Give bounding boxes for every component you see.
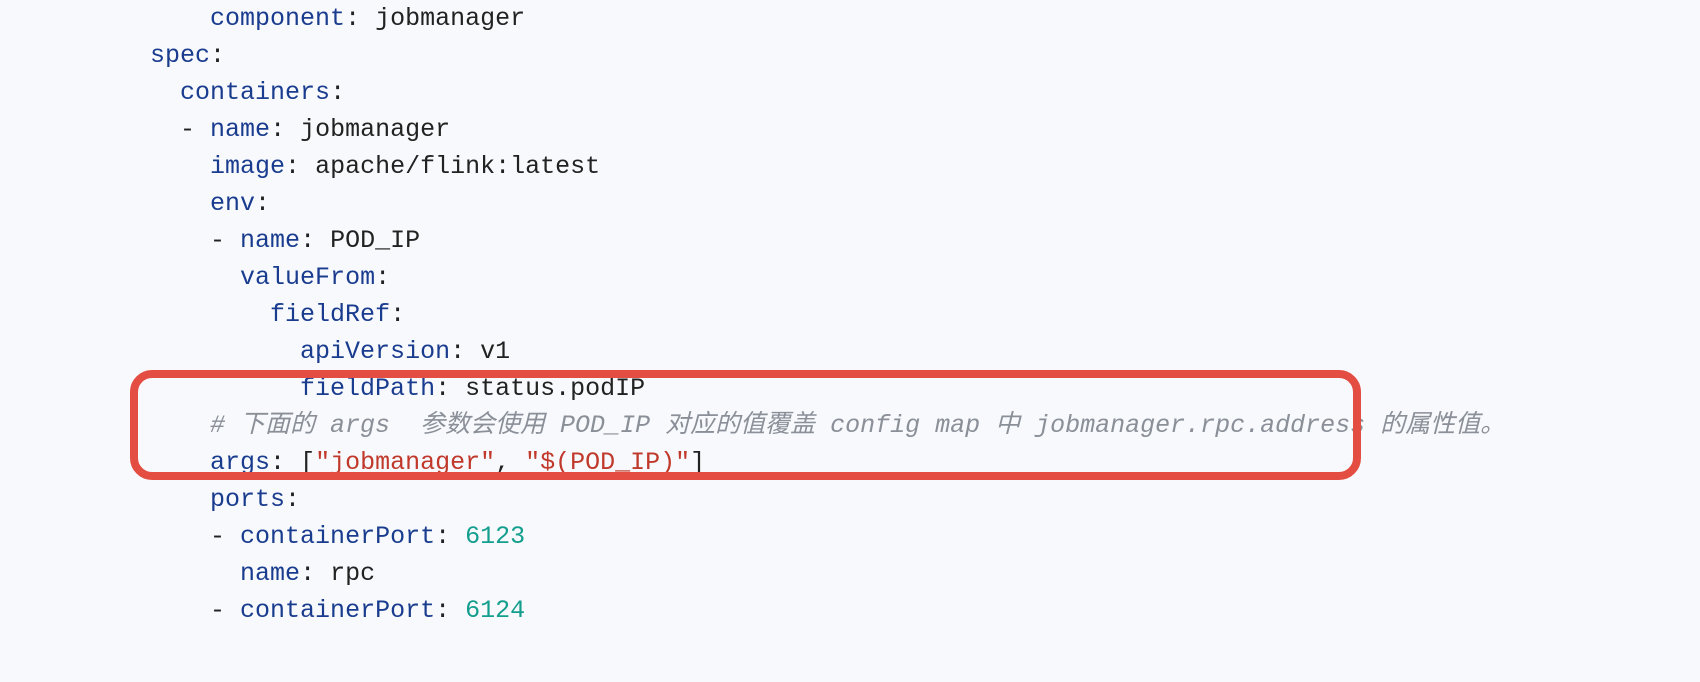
yaml-value: rpc: [330, 559, 375, 588]
colon: :: [330, 78, 345, 107]
indent: [30, 300, 270, 329]
indent: [30, 189, 210, 218]
yaml-code[interactable]: component: jobmanager spec: containers: …: [30, 0, 1680, 629]
yaml-comment: # 下面的 args 参数会使用 POD_IP 对应的值覆盖 config ma…: [210, 411, 1505, 440]
indent: [30, 485, 210, 514]
code-block: component: jobmanager spec: containers: …: [0, 0, 1700, 647]
yaml-value: jobmanager: [375, 4, 525, 33]
colon: :: [285, 485, 300, 514]
yaml-key: containerPort: [240, 522, 435, 551]
yaml-key: component: [210, 4, 345, 33]
yaml-key: args: [210, 448, 270, 477]
indent: [30, 522, 210, 551]
indent: [30, 559, 240, 588]
yaml-key: valueFrom: [240, 263, 375, 292]
yaml-number: 6124: [465, 596, 525, 625]
bracket: [: [300, 448, 315, 477]
colon: :: [270, 115, 300, 144]
yaml-key: containers: [180, 78, 330, 107]
colon: :: [270, 448, 300, 477]
yaml-value: jobmanager: [300, 115, 450, 144]
colon: :: [435, 374, 465, 403]
yaml-value: POD_IP: [330, 226, 420, 255]
yaml-key: name: [240, 226, 300, 255]
dash: -: [210, 522, 240, 551]
colon: :: [450, 337, 480, 366]
indent: [30, 337, 300, 366]
colon: :: [300, 226, 330, 255]
yaml-key: name: [240, 559, 300, 588]
yaml-key: image: [210, 152, 285, 181]
indent: [30, 596, 210, 625]
yaml-key: spec: [150, 41, 210, 70]
colon: :: [435, 522, 465, 551]
colon: :: [375, 263, 390, 292]
yaml-key: apiVersion: [300, 337, 450, 366]
dash: -: [210, 596, 240, 625]
yaml-key: env: [210, 189, 255, 218]
yaml-key: ports: [210, 485, 285, 514]
yaml-key: containerPort: [240, 596, 435, 625]
indent: [30, 226, 210, 255]
indent: [30, 374, 300, 403]
dash: -: [210, 226, 240, 255]
bracket: ]: [690, 448, 705, 477]
yaml-key: name: [210, 115, 270, 144]
indent: [30, 115, 180, 144]
yaml-key: fieldRef: [270, 300, 390, 329]
indent: [30, 78, 180, 107]
colon: :: [435, 596, 465, 625]
indent: [30, 411, 210, 440]
colon: :: [255, 189, 270, 218]
colon: :: [300, 559, 330, 588]
comma: ,: [495, 448, 525, 477]
indent: [30, 4, 210, 33]
colon: :: [210, 41, 225, 70]
colon: :: [285, 152, 315, 181]
dash: -: [180, 115, 210, 144]
yaml-value: status.podIP: [465, 374, 645, 403]
yaml-key: fieldPath: [300, 374, 435, 403]
yaml-string: "jobmanager": [315, 448, 495, 477]
colon: :: [390, 300, 405, 329]
yaml-string: "$(POD_IP)": [525, 448, 690, 477]
indent: [30, 448, 210, 477]
indent: [30, 263, 240, 292]
yaml-value: apache/flink:latest: [315, 152, 600, 181]
colon: :: [345, 4, 375, 33]
indent: [30, 152, 210, 181]
yaml-number: 6123: [465, 522, 525, 551]
indent: [30, 41, 150, 70]
yaml-value: v1: [480, 337, 510, 366]
